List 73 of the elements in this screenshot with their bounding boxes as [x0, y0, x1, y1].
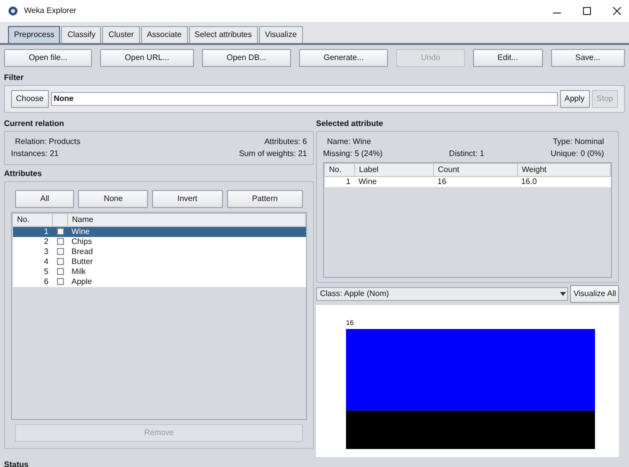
table-cell: 16.0 [517, 176, 610, 187]
instances-label: Instances: 21 [11, 148, 60, 160]
toolbar-button[interactable]: Open URL... [100, 49, 194, 67]
section-title: Current relation [4, 118, 66, 130]
list-row[interactable]: 3 Bread [12, 247, 306, 257]
dropdown-arrow-icon [559, 290, 568, 298]
class-dropdown[interactable]: Class: Apple (Nom) [316, 287, 568, 301]
column-header: Count [433, 164, 518, 176]
column-header: No. [324, 164, 354, 176]
unique-label: Unique: 0 (0%) [550, 148, 605, 160]
row-number: 2 [12, 237, 52, 247]
row-number: 6 [12, 277, 52, 287]
attribute-button[interactable]: All [15, 190, 74, 208]
list-row[interactable]: 1 Wine [12, 226, 306, 237]
distinct-label: Distinct: 1 [449, 148, 484, 160]
table-cell: 16 [433, 176, 518, 187]
toolbar-button[interactable]: Generate... [298, 49, 388, 67]
row-number: 5 [12, 267, 52, 277]
list-row[interactable]: 2 Chips [12, 237, 306, 247]
tab[interactable]: Preprocess [8, 26, 60, 43]
row-number: 1 [12, 226, 52, 237]
section-title: Filter [4, 72, 25, 84]
row-number: 4 [12, 257, 52, 267]
toolbar-button[interactable]: Save... [550, 49, 625, 67]
name-label: Name: Wine [327, 136, 372, 148]
attribute-name[interactable]: Milk [68, 267, 306, 277]
tab[interactable]: Select attributes [188, 26, 258, 43]
close-icon[interactable] [613, 7, 621, 15]
apply-button[interactable]: Apply [560, 90, 590, 108]
attribute-name[interactable]: Chips [68, 237, 306, 247]
attribute-name[interactable]: Apple [68, 277, 306, 287]
filter-field[interactable]: None [50, 92, 558, 106]
attribute-button[interactable]: Pattern [226, 190, 304, 208]
missing-label: Missing: 5 (24%) [323, 148, 383, 160]
checkbox[interactable] [56, 248, 64, 256]
attribute-name[interactable]: Wine [68, 226, 306, 237]
tab[interactable]: Associate [140, 26, 188, 43]
column-header: No. [12, 214, 52, 226]
visualize-all-button[interactable]: Visualize All [570, 285, 619, 303]
window-title: Weka Explorer [24, 5, 76, 17]
column-header: Weight [517, 164, 610, 176]
checkbox[interactable] [56, 268, 64, 276]
relation-label: Relation: Products [14, 136, 80, 148]
tab[interactable]: Cluster [102, 26, 140, 43]
sum-of-weights-label: Sum of weights: 21 [238, 148, 307, 160]
toolbar-button[interactable]: Open DB... [202, 49, 291, 67]
attribute-button[interactable]: None [78, 190, 148, 208]
attribute-name[interactable]: Butter [68, 257, 306, 267]
section-title: Attributes [4, 168, 43, 180]
column-header: Name [68, 214, 306, 226]
toolbar-button[interactable]: Edit... [472, 49, 543, 67]
row-number: 3 [12, 247, 52, 257]
checkbox[interactable] [56, 258, 64, 266]
column-header: Label [354, 164, 434, 176]
list-row[interactable]: 6 Apple [12, 277, 306, 287]
checkbox[interactable] [56, 238, 64, 246]
app-icon [8, 6, 18, 16]
attribute-name[interactable]: Bread [68, 247, 306, 257]
toolbar-button[interactable]: Open file... [4, 49, 92, 67]
checkbox[interactable] [56, 228, 64, 236]
attribute-button[interactable]: Invert [152, 190, 223, 208]
attributes-label: Attributes: 6 [264, 136, 307, 148]
list-row[interactable]: 5 Milk [12, 267, 306, 277]
choose-button[interactable]: Choose [11, 90, 49, 108]
list-row[interactable]: 4 Butter [12, 257, 306, 267]
table-cell: 1 [324, 176, 354, 187]
type-label: Type: Nominal [552, 136, 605, 148]
section-title: Status [4, 459, 30, 467]
maximize-icon[interactable] [583, 7, 591, 15]
tab[interactable]: Visualize [258, 26, 303, 43]
tab[interactable]: Classify [61, 26, 102, 43]
checkbox[interactable] [56, 278, 64, 286]
section-title: Selected attribute [316, 118, 384, 130]
